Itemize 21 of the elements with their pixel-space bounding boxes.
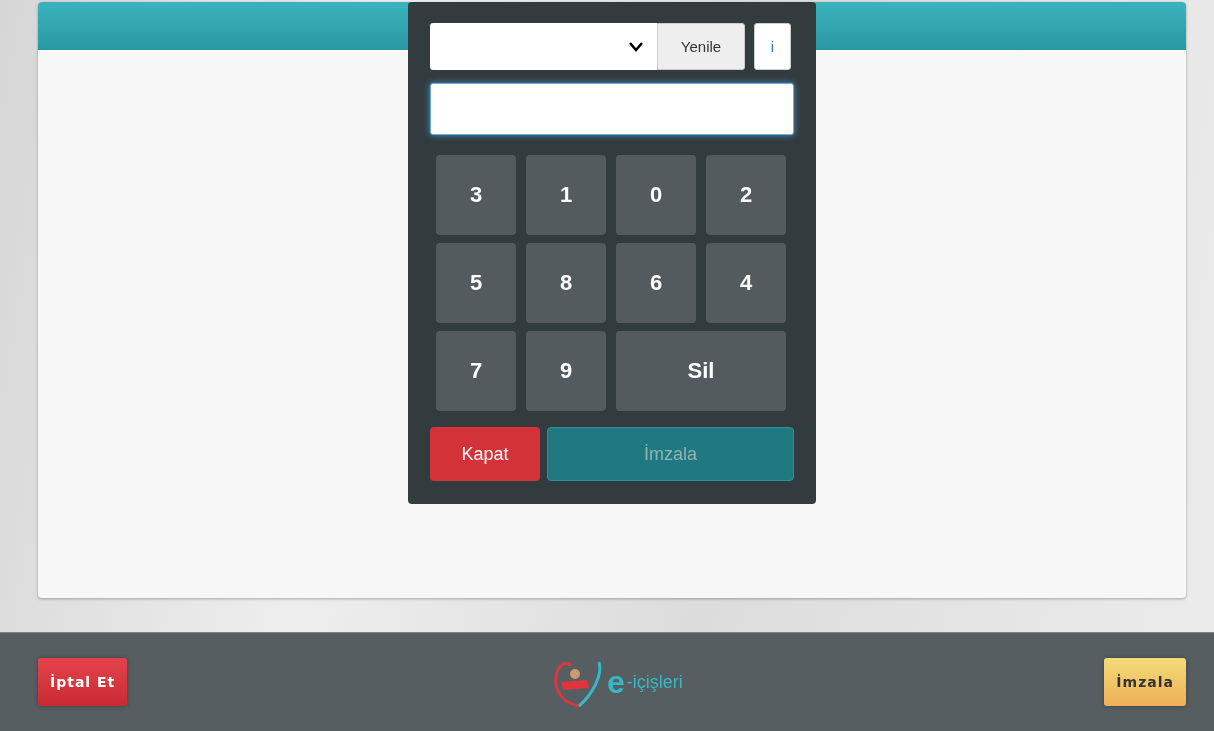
refresh-button[interactable]: Yenile xyxy=(657,23,745,70)
digit-key[interactable]: 0 xyxy=(616,155,696,235)
digit-key[interactable]: 3 xyxy=(436,155,516,235)
select-field[interactable] xyxy=(430,23,657,70)
chevron-down-icon xyxy=(629,41,643,52)
pin-input-field[interactable] xyxy=(430,83,794,135)
cancel-button[interactable]: İptal Et xyxy=(38,658,128,706)
logo-text: -içişleri xyxy=(626,671,683,693)
digit-key[interactable]: 6 xyxy=(616,243,696,323)
sign-button[interactable]: İmzala xyxy=(1104,658,1186,706)
digit-key[interactable]: 1 xyxy=(526,155,606,235)
digit-key[interactable]: 9 xyxy=(526,331,606,411)
logo-mark: e xyxy=(606,666,625,698)
digit-key[interactable]: 4 xyxy=(706,243,786,323)
digit-key[interactable]: 5 xyxy=(436,243,516,323)
delete-key[interactable]: Sil xyxy=(616,331,786,411)
digit-key[interactable]: 2 xyxy=(706,155,786,235)
digit-key[interactable]: 8 xyxy=(526,243,606,323)
info-button[interactable]: i xyxy=(754,23,791,70)
close-button[interactable]: Kapat xyxy=(430,427,540,481)
digit-key[interactable]: 7 xyxy=(436,331,516,411)
